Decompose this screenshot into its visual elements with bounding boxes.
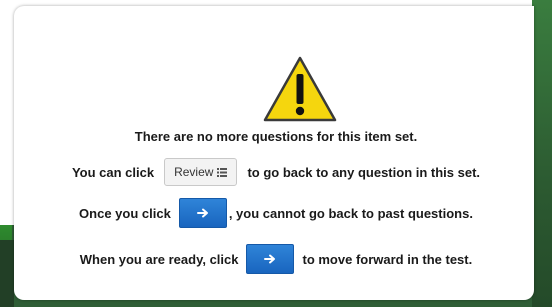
once-instruction-prefix: Once you click — [79, 205, 171, 221]
review-instruction-prefix: You can click — [71, 164, 155, 180]
once-instruction-suffix: , you cannot go back to past questions. — [228, 205, 473, 221]
message-dialog: There are no more questions for this ite… — [14, 6, 534, 300]
dialog-title-row: There are no more questions for this ite… — [0, 129, 552, 144]
next-button-example-2[interactable] — [246, 244, 295, 274]
ready-instruction-suffix: to move forward in the test. — [302, 251, 473, 267]
ready-instruction-prefix: When you are ready, click — [79, 251, 239, 267]
review-button[interactable]: Review — [164, 158, 238, 186]
review-instruction-suffix: to go back to any question in this set. — [247, 164, 481, 180]
arrow-right-icon — [196, 208, 208, 218]
list-icon — [217, 167, 228, 177]
review-instruction-row: You can click Review to go back to any q… — [0, 158, 552, 186]
next-button-example-1[interactable] — [178, 198, 227, 228]
dialog-title: There are no more questions for this ite… — [134, 129, 418, 144]
arrow-right-icon — [264, 254, 276, 264]
once-instruction-row: Once you click , you cannot go back to p… — [0, 198, 552, 228]
ready-instruction-row: When you are ready, click to move forwar… — [0, 244, 552, 274]
warning-icon — [263, 56, 337, 122]
review-button-label: Review — [174, 165, 214, 179]
